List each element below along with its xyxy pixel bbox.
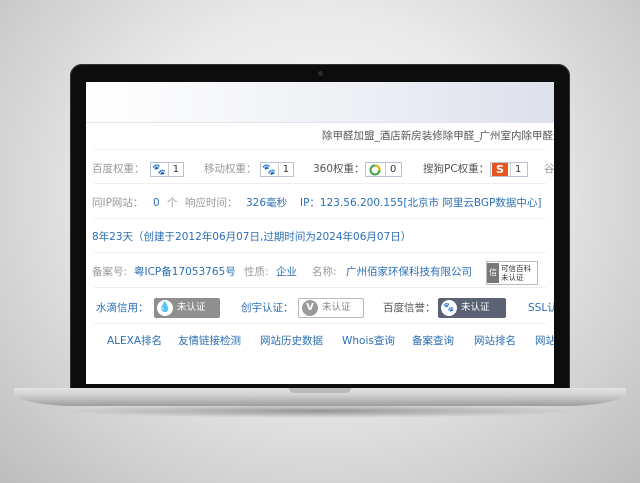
laptop-notch: [289, 388, 351, 393]
nature-value: 企业: [276, 266, 297, 278]
mobile-weight-label: 移动权重：: [204, 163, 257, 175]
ip-address-link[interactable]: IP：123.56.200.155[北京市 阿里云BGP数据中心]: [300, 196, 541, 210]
divider: [94, 183, 546, 184]
baike-logo-icon: 信: [487, 263, 499, 283]
baidu-paw-icon: 🐾: [262, 162, 276, 176]
camera-icon: [318, 71, 323, 76]
shuidi-cert-badge[interactable]: 💧 未认证: [154, 298, 220, 318]
link-alexa[interactable]: ALEXA排名: [107, 334, 162, 348]
icp-value[interactable]: 粤ICP备17053765号: [134, 265, 236, 279]
same-ip-label: 同IP网站：: [92, 197, 144, 209]
response-time-label: 响应时间：: [185, 197, 238, 209]
link-whois[interactable]: Whois查询: [342, 334, 395, 348]
baike-text: 可信百科 未认证: [501, 264, 531, 282]
baidu-paw-icon: 🐾: [441, 300, 457, 316]
divider: [94, 252, 546, 253]
baike-status: 未认证: [501, 273, 524, 282]
chuangyu-label: 创宇认证：: [241, 302, 294, 314]
divider: [94, 287, 546, 288]
shuidi-label: 水滴信用：: [96, 302, 149, 314]
w360-weight-label: 360权重：: [313, 163, 365, 175]
water-drop-icon: 💧: [157, 300, 173, 316]
link-site-more[interactable]: 网站: [535, 334, 554, 348]
baike-title: 可信百科: [501, 264, 531, 273]
w360-logo-icon: [367, 163, 383, 176]
v-shield-icon: V: [302, 300, 318, 316]
sogou-weight-label: 搜狗PC权重：: [423, 163, 490, 175]
link-site-history[interactable]: 网站历史数据: [260, 334, 323, 348]
icp-label: 备案号:: [92, 266, 128, 278]
baidu-weight-label: 百度权重：: [92, 163, 145, 175]
laptop-screen: 除甲醛加盟_酒店新房装修除甲醛_广州室内除甲醛治理公 百度权重： 🐾 1 移动权…: [86, 82, 554, 384]
link-friend-link-check[interactable]: 友情链接检测: [178, 334, 241, 348]
divider: [94, 323, 546, 324]
divider: [94, 149, 546, 150]
w360-weight-badge[interactable]: 0: [365, 162, 402, 177]
link-site-rank[interactable]: 网站排名: [474, 334, 516, 348]
chuangyu-status: 未认证: [322, 302, 351, 313]
laptop-base: [14, 388, 626, 406]
response-time-value: 326毫秒: [246, 197, 288, 209]
sogou-weight-badge[interactable]: S 1: [490, 162, 528, 177]
chuangyu-cert-badge[interactable]: V 未认证: [298, 298, 364, 318]
google-weight-label: 谷: [544, 163, 554, 175]
shuidi-status: 未认证: [177, 302, 206, 313]
link-icp-query[interactable]: 备案查询: [412, 334, 454, 348]
page-header-bar: [86, 82, 554, 123]
baike-badge[interactable]: 信 可信百科 未认证: [486, 261, 538, 285]
laptop-lid: 除甲醛加盟_酒店新房装修除甲醛_广州室内除甲醛治理公 百度权重： 🐾 1 移动权…: [70, 64, 570, 394]
baidu-xinyu-cert-badge[interactable]: 🐾 未认证: [438, 298, 506, 318]
baidu-paw-icon: 🐾: [152, 162, 166, 176]
domain-age-text[interactable]: 8年23天（创建于2012年06月07日,过期时间为2024年06月07日）: [92, 230, 411, 244]
mobile-weight-badge[interactable]: 🐾 1: [260, 162, 294, 177]
company-name-label: 名称:: [312, 266, 337, 278]
sogou-logo-icon: S: [492, 163, 508, 176]
same-ip-unit: 个: [167, 197, 178, 209]
site-title-link[interactable]: 除甲醛加盟_酒店新房装修除甲醛_广州室内除甲醛治理公: [322, 129, 554, 143]
nature-label: 性质:: [244, 266, 269, 278]
ssl-label: SSL认: [528, 302, 554, 314]
baidu-xinyu-status: 未认证: [461, 302, 490, 313]
company-name-value[interactable]: 广州佰家环保科技有限公司: [346, 265, 472, 279]
laptop-shadow: [60, 404, 580, 418]
same-ip-value[interactable]: 0: [153, 196, 160, 210]
baidu-xinyu-label: 百度信誉：: [383, 302, 436, 314]
baidu-weight-badge[interactable]: 🐾 1: [150, 162, 184, 177]
divider: [94, 218, 546, 219]
certification-row: 水滴信用： 💧 未认证 创宇认证： V 未认证 百度信誉： 🐾 未认证 SSL认: [86, 298, 554, 320]
